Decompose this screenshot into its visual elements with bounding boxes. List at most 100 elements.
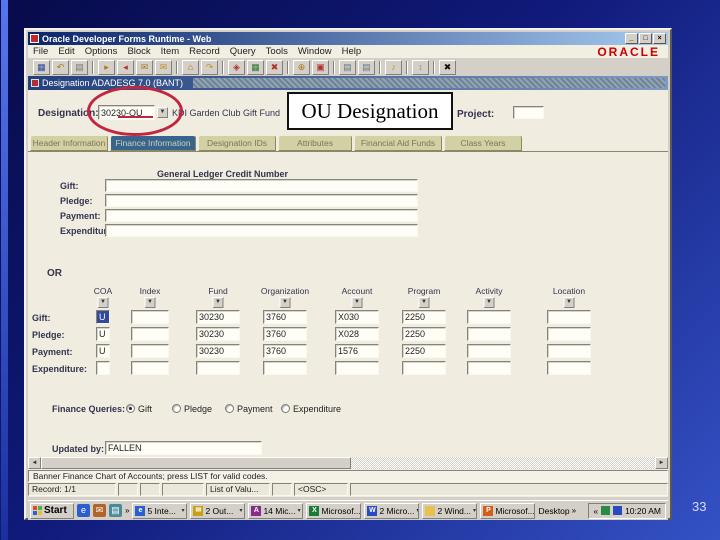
grid-field[interactable] (547, 361, 591, 375)
grid-field[interactable] (131, 327, 169, 341)
tray-app-icon[interactable] (601, 506, 611, 515)
maximize-button[interactable]: □ (639, 33, 652, 44)
tab-attributes[interactable]: Attributes (278, 135, 352, 151)
close-button[interactable]: × (653, 33, 666, 44)
start-button[interactable]: Start (30, 502, 74, 519)
menu-window[interactable]: Window (293, 46, 337, 57)
menu-help[interactable]: Help (337, 46, 367, 57)
task-powerpoint[interactable]: P Microsof... (480, 502, 536, 519)
grid-field[interactable] (263, 327, 307, 341)
tab-designation-ids[interactable]: Designation IDs (198, 135, 276, 151)
outlook-icon[interactable]: ✉ (93, 504, 106, 517)
tab-class-years[interactable]: Class Years (444, 135, 522, 151)
navigate-icon[interactable]: ↕ (412, 59, 429, 75)
tab-financial-aid-funds[interactable]: Financial Aid Funds (354, 135, 442, 151)
grid-field[interactable] (547, 310, 591, 324)
scroll-right-icon[interactable]: ► (655, 457, 668, 469)
grid-field[interactable] (547, 344, 591, 358)
grid-field[interactable] (335, 361, 379, 375)
quick-launch-overflow[interactable]: » (125, 506, 129, 515)
grid-field[interactable] (263, 310, 307, 324)
account-lov-button[interactable]: ▼ (351, 297, 363, 308)
rollback-icon[interactable]: ↶ (52, 59, 69, 75)
grid-field[interactable] (131, 310, 169, 324)
grid-field[interactable] (196, 327, 240, 341)
post-icon[interactable]: ⊕ (293, 59, 310, 75)
grid-field[interactable] (335, 344, 379, 358)
menu-options[interactable]: Options (80, 46, 123, 57)
sound-icon[interactable]: ♪ (385, 59, 402, 75)
radio-expenditure[interactable] (281, 404, 290, 413)
desktop-overflow[interactable]: » (572, 506, 576, 515)
task-outlook[interactable]: ✉ 2 Out... ▾ (190, 502, 246, 519)
grid-field[interactable] (96, 361, 110, 375)
grid-field[interactable] (467, 361, 511, 375)
scrollbar-thumb[interactable] (41, 457, 351, 469)
activity-lov-button[interactable]: ▼ (483, 297, 495, 308)
task-internet-explorer[interactable]: e 5 Inte... ▾ (132, 502, 188, 519)
form-mdi-titlebar[interactable]: Designation ADADESG 7.0 (BANT) (28, 76, 668, 90)
exit-icon[interactable]: ✖ (439, 59, 456, 75)
radio-payment[interactable] (225, 404, 234, 413)
grid-field[interactable] (96, 310, 110, 324)
task-word[interactable]: W 2 Micro... ▾ (364, 502, 420, 519)
grid-field[interactable] (196, 361, 240, 375)
tab-finance-information[interactable]: Finance Information (110, 135, 196, 151)
designation-lov-button[interactable]: ▼ (157, 107, 168, 118)
execute-query-icon[interactable]: ✉ (155, 59, 172, 75)
next-block-icon[interactable]: ↷ (201, 59, 218, 75)
radio-pledge[interactable] (172, 404, 181, 413)
task-windows-explorer[interactable]: 2 Wind... ▾ (422, 502, 478, 519)
menu-edit[interactable]: Edit (53, 46, 79, 57)
tab-header-information[interactable]: Header Information (30, 135, 108, 151)
tray-collapse-icon[interactable]: « (593, 506, 598, 516)
tray-user-icon[interactable] (613, 506, 623, 515)
view-table-icon[interactable]: ▦ (247, 59, 264, 75)
grid-field[interactable] (335, 310, 379, 324)
internet-explorer-icon[interactable]: e (77, 504, 90, 517)
grid-field[interactable] (263, 361, 307, 375)
menu-file[interactable]: File (28, 46, 53, 57)
grid-field[interactable] (402, 310, 446, 324)
print-icon[interactable]: ▤ (71, 59, 88, 75)
grid-field[interactable] (263, 344, 307, 358)
grid-field[interactable] (547, 327, 591, 341)
radio-gift[interactable] (126, 404, 135, 413)
updated-by-input[interactable] (105, 441, 262, 455)
menu-query[interactable]: Query (225, 46, 261, 57)
menu-block[interactable]: Block (122, 46, 155, 57)
fund-lov-button[interactable]: ▼ (212, 297, 224, 308)
task-access[interactable]: A 14 Mic... ▾ (248, 502, 304, 519)
window-list-icon[interactable]: ▤ (339, 59, 356, 75)
scroll-left-icon[interactable]: ◄ (28, 457, 41, 469)
gl-pledge-input[interactable] (105, 194, 418, 207)
gl-gift-input[interactable] (105, 179, 418, 192)
coa-lov-button[interactable]: ▼ (97, 297, 109, 308)
minimize-button[interactable]: _ (625, 33, 638, 44)
enter-query-icon[interactable]: ✉ (136, 59, 153, 75)
show-desktop-icon[interactable]: ▤ (109, 504, 122, 517)
grid-field[interactable] (335, 327, 379, 341)
menu-tools[interactable]: Tools (261, 46, 293, 57)
window-titlebar[interactable]: Oracle Developer Forms Runtime - Web _ □… (28, 32, 668, 45)
menu-record[interactable]: Record (184, 46, 225, 57)
gl-payment-input[interactable] (105, 209, 418, 222)
remove-table-icon[interactable]: ✖ (266, 59, 283, 75)
grid-field[interactable] (402, 344, 446, 358)
grid-field[interactable] (96, 327, 110, 341)
grid-field[interactable] (131, 361, 169, 375)
grid-field[interactable] (131, 344, 169, 358)
task-excel[interactable]: X Microsof... (306, 502, 362, 519)
grid-field[interactable] (467, 344, 511, 358)
grid-field[interactable] (467, 327, 511, 341)
grid-field[interactable] (96, 344, 110, 358)
project-input[interactable] (513, 106, 544, 119)
program-lov-button[interactable]: ▼ (418, 297, 430, 308)
cancel-query-icon[interactable]: ◈ (228, 59, 245, 75)
insert-record-icon[interactable]: ▸ (98, 59, 115, 75)
menu-item[interactable]: Item (156, 46, 184, 57)
save-icon[interactable]: ▦ (33, 59, 50, 75)
remove-record-icon[interactable]: ◂ (117, 59, 134, 75)
grid-field[interactable] (402, 361, 446, 375)
grid-field[interactable] (402, 327, 446, 341)
